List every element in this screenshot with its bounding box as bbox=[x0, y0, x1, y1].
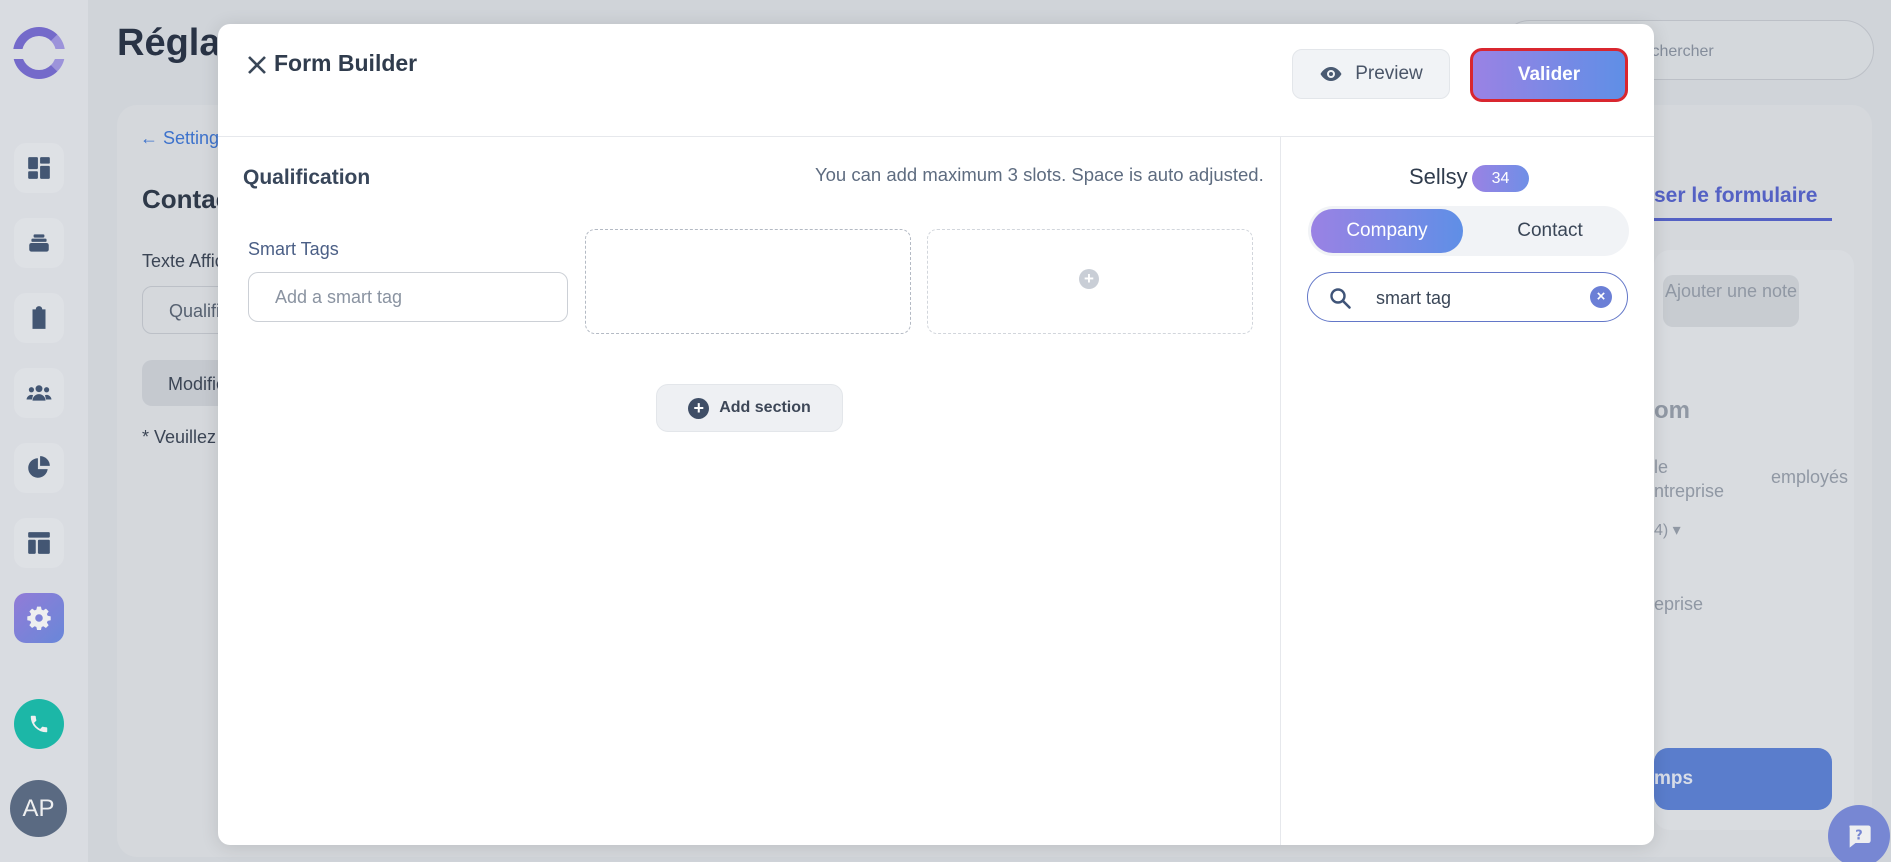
toggle-company[interactable]: Company bbox=[1311, 209, 1463, 253]
field-search-input[interactable]: smart tag × bbox=[1307, 272, 1628, 322]
search-icon bbox=[1330, 288, 1351, 309]
add-section-label: Add section bbox=[719, 399, 811, 416]
preview-button[interactable]: Preview bbox=[1292, 49, 1450, 99]
eye-icon bbox=[1320, 67, 1342, 81]
preview-label: Preview bbox=[1355, 63, 1423, 84]
plus-circle-icon: + bbox=[688, 397, 710, 419]
modal-title: Form Builder bbox=[274, 50, 418, 76]
add-section-button[interactable]: + Add section bbox=[656, 384, 843, 432]
validate-button[interactable]: Valider bbox=[1470, 48, 1628, 102]
smart-tag-input[interactable]: Add a smart tag bbox=[248, 272, 568, 322]
toggle-contact[interactable]: Contact bbox=[1474, 209, 1626, 253]
modal-header: Form Builder Preview Valider bbox=[218, 24, 1654, 137]
clear-icon[interactable]: × bbox=[1590, 286, 1612, 308]
plus-circle-icon[interactable]: + bbox=[1079, 269, 1099, 289]
slots-hint: You can add maximum 3 slots. Space is au… bbox=[815, 164, 1264, 185]
count-badge: 34 bbox=[1472, 165, 1529, 192]
section-title: Qualification bbox=[243, 166, 371, 189]
search-value: smart tag bbox=[1376, 288, 1452, 308]
integration-title: Sellsy bbox=[1409, 164, 1468, 189]
close-icon[interactable] bbox=[246, 54, 268, 76]
slot-label: Smart Tags bbox=[248, 239, 339, 259]
empty-slot[interactable] bbox=[585, 229, 911, 334]
entity-toggle: Company Contact bbox=[1308, 206, 1629, 256]
